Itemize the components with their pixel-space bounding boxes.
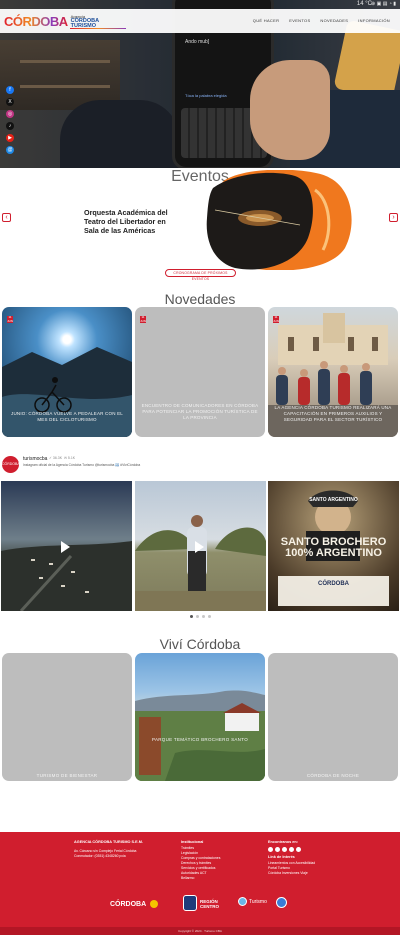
logo-agency: Agencia CÓRDOBA TURISMO	[71, 14, 99, 29]
tiktok-icon[interactable]	[289, 847, 294, 852]
instagram-icon[interactable]	[282, 847, 287, 852]
logo-underline	[70, 28, 126, 29]
status-icons: ⊕ ▣ ▤ ◔ ▮	[371, 1, 396, 7]
post-overlay-logo: CÓRDOBA	[318, 581, 349, 587]
news-date-badge: 11 JUN	[273, 315, 279, 323]
avatar[interactable]: CÓRDOBA	[2, 456, 20, 473]
page: Ando mub] Tóca la palabra elegida 14 °C …	[0, 0, 400, 935]
footer-logo-cordoba[interactable]: CÓRDOBA	[110, 901, 146, 908]
instagram-video[interactable]	[135, 481, 266, 611]
copyright: Copyright © 2024 · Turismo CBA	[0, 927, 400, 935]
facebook-icon[interactable]	[268, 847, 273, 852]
news-title: Novedades	[164, 291, 236, 307]
hero-person	[60, 100, 180, 168]
facebook-icon[interactable]: f	[6, 86, 14, 94]
carousel-dot[interactable]	[196, 615, 199, 618]
hero-shelf-line	[20, 60, 110, 63]
weather-temperature: 14 °C	[356, 1, 372, 7]
site-logo[interactable]: CÓRDOBA Agencia CÓRDOBA TURISMO	[4, 12, 126, 30]
vivi-cordoba-title: Viví Córdoba	[159, 636, 241, 652]
hero-hand	[250, 60, 330, 160]
nav-que-hacer[interactable]: QUÉ HACER	[253, 18, 279, 23]
footer-follow: Encontranos en: Link de Interés Lineamie…	[268, 840, 315, 876]
vivi-caption: PARQUE TEMÁTICO BROCHERO SANTO	[151, 737, 248, 742]
vivi-card-image	[135, 690, 265, 781]
social-sidebar: f X ◎ ♪ ▶ @	[6, 86, 14, 154]
hero-shelf-line	[20, 85, 110, 88]
x-icon[interactable]: X	[6, 98, 14, 106]
post-overlay-title: SANTO BROCHERO 100% ARGENTINO	[280, 536, 387, 559]
event-image[interactable]	[205, 170, 355, 270]
instagram-post[interactable]: SANTO ARGENTINO SANTO BROCHERO 100% ARGE…	[268, 481, 399, 611]
hero-phone-text: Ando mub]	[185, 39, 210, 45]
nav-informacion[interactable]: INFORMACIÓN	[358, 18, 390, 23]
site-footer: AGENCIA CÓRDOBA TURISMO S.E.M. Av. Cárca…	[0, 832, 400, 927]
top-navigation: CÓRDOBA Agencia CÓRDOBA TURISMO QUÉ HACE…	[0, 9, 400, 33]
instagram-profile[interactable]: CÓRDOBA turismocba ✓ 36.3K ✉ 5.1K Instag…	[2, 455, 202, 479]
post-overlay-top: SANTO ARGENTINO	[309, 497, 358, 503]
news-card[interactable]: 11 JUN LA AGENCIA CÓRDOBA TURISMO REALIZ…	[268, 307, 398, 437]
footer-phone: Conmutador: (0351) 4348260 pcia	[74, 854, 126, 858]
news-card[interactable]: 11 JUN ENCUENTRO DE COMUNICADORES EN CÓR…	[135, 307, 265, 437]
instagram-bio: Instagram oficial de la Agencia Córdoba …	[23, 463, 141, 467]
instagram-followers: ✓ 36.3K	[49, 456, 63, 460]
news-date-badge: 11 JUN	[140, 315, 146, 323]
vivi-card[interactable]: PARQUE TEMÁTICO BROCHERO SANTO	[135, 653, 265, 781]
instagram-stats: ✓ 36.3K ✉ 5.1K	[49, 456, 75, 460]
news-card[interactable]: 11 JUN JUNIO: CÓRDOBA VUELVE A PEDALEAR …	[2, 307, 132, 437]
play-icon[interactable]	[61, 541, 70, 553]
footer-logo-region-emblem	[183, 895, 197, 911]
footer-links-title: Link de Interés	[268, 855, 295, 859]
footer-logo-round[interactable]	[276, 897, 287, 908]
tiktok-icon[interactable]: ♪	[6, 122, 14, 130]
carousel-dots	[190, 615, 211, 618]
vivi-caption: TURISMO DE BIENESTAR	[36, 773, 98, 778]
hero-phone-hint: Tóca la palabra elegida	[185, 93, 227, 98]
nav-eventos[interactable]: EVENTOS	[289, 18, 310, 23]
youtube-icon[interactable]: ▶	[6, 134, 14, 142]
play-icon[interactable]	[195, 541, 204, 553]
footer-inst-title: Institucional	[181, 840, 204, 844]
nav-novedades[interactable]: NOVEDADES	[320, 18, 348, 23]
news-caption: ENCUENTRO DE COMUNICADORES EN CÓRDOBA PA…	[141, 403, 259, 420]
instagram-posts: ✉ 5.1K	[64, 456, 76, 460]
carousel-dot[interactable]	[190, 615, 193, 618]
footer-institutional: Institucional Trámites Legislación Compr…	[181, 840, 220, 881]
footer-logo-argentina-emblem	[238, 897, 247, 906]
vivi-card[interactable]: TURISMO DE BIENESTAR	[2, 653, 132, 781]
main-menu: QUÉ HACER EVENTOS NOVEDADES INFORMACIÓN	[253, 18, 390, 23]
news-caption: JUNIO: CÓRDOBA VUELVE A PEDALEAR CON EL …	[11, 411, 123, 422]
instagram-icon[interactable]: ◎	[6, 110, 14, 118]
footer-logo-badge	[150, 900, 158, 908]
footer-logo-turismo[interactable]: Turismo	[249, 899, 267, 905]
logo-wordmark: CÓRDOBA	[4, 13, 68, 29]
status-bar: 14 °C ⊕ ▣ ▤ ◔ ▮	[0, 0, 400, 9]
event-card-title[interactable]: Orquesta Académica del Teatro del Libert…	[84, 208, 182, 235]
footer-social-icons	[268, 847, 315, 852]
instagram-video[interactable]	[1, 481, 132, 611]
youtube-icon[interactable]	[296, 847, 301, 852]
events-next-button[interactable]: ›	[389, 213, 398, 222]
vivi-caption: CÓRDOBA DE NOCHE	[306, 773, 360, 778]
carousel-dot[interactable]	[208, 615, 211, 618]
threads-icon[interactable]: @	[6, 146, 14, 154]
instagram-username[interactable]: turismocba	[23, 456, 47, 462]
footer-follow-title: Encontranos en:	[268, 840, 298, 844]
news-date-badge: 11 JUN	[7, 315, 13, 323]
x-icon[interactable]	[275, 847, 280, 852]
footer-agency: AGENCIA CÓRDOBA TURISMO S.E.M. Av. Cárca…	[74, 840, 143, 859]
events-prev-button[interactable]: ‹	[2, 213, 11, 222]
carousel-dot[interactable]	[202, 615, 205, 618]
news-caption: LA AGENCIA CÓRDOBA TURISMO REALIZARÁ UNA…	[274, 405, 392, 422]
footer-logo-region[interactable]: REGIÓN CENTRO	[200, 899, 224, 909]
footer-link[interactable]: Bellarmo	[181, 876, 220, 881]
footer-logos: CÓRDOBA REGIÓN CENTRO Turismo	[0, 895, 400, 917]
events-schedule-button[interactable]: CRONOGRAMA DE PRÓXIMOS EVENTOS	[165, 269, 236, 281]
footer-agency-title: AGENCIA CÓRDOBA TURISMO S.E.M.	[74, 840, 143, 844]
vivi-card[interactable]: CÓRDOBA DE NOCHE	[268, 653, 398, 781]
footer-link[interactable]: Córdoba Inversiones Viaje	[268, 871, 315, 876]
